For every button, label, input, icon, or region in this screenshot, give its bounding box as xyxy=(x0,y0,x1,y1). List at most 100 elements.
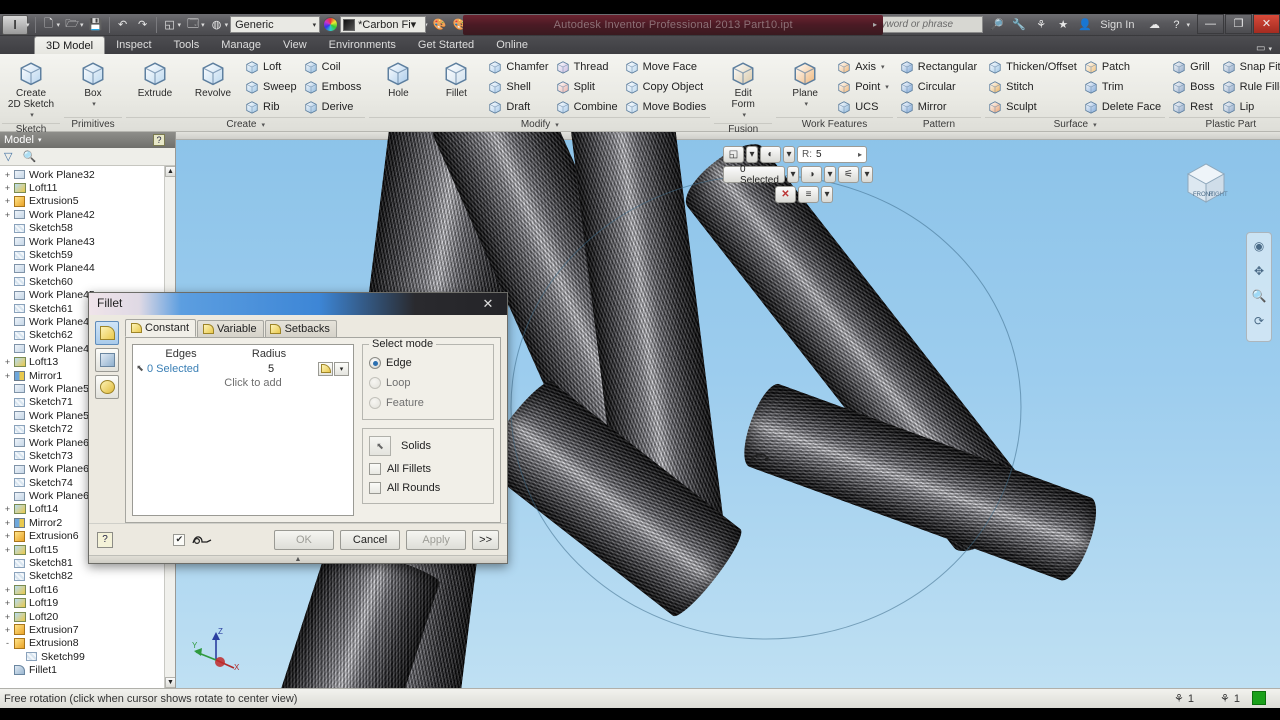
tree-expander-icon[interactable]: + xyxy=(2,196,13,206)
patch-button[interactable]: Patch xyxy=(1081,57,1165,77)
select-mode-loop[interactable]: Loop xyxy=(369,373,487,393)
edges-table[interactable]: Edges Radius ⬉ 0 Selected 5 ▾ Click to a… xyxy=(132,344,354,517)
radio-feature-icon[interactable] xyxy=(369,397,381,410)
thread-button[interactable]: Thread xyxy=(553,57,622,77)
boss-button[interactable]: Boss xyxy=(1169,77,1218,97)
tree-expander-icon[interactable]: + xyxy=(2,170,13,180)
rib-button[interactable]: Rib xyxy=(242,97,301,117)
chevron-down-icon[interactable]: ▾ xyxy=(30,110,34,121)
thicken-offset-button[interactable]: Thicken/Offset xyxy=(985,57,1081,77)
tab-get-started[interactable]: Get Started xyxy=(407,36,485,54)
appearance-browser-icon[interactable]: 🎨 xyxy=(430,15,450,34)
ok-button[interactable]: OK xyxy=(273,529,334,550)
radius-fillet-icon[interactable] xyxy=(318,361,333,376)
fillet-shape-caret-icon[interactable]: ▾ xyxy=(783,146,795,163)
box-button[interactable]: Box ▾ xyxy=(64,56,122,112)
redo-icon[interactable]: ↷ xyxy=(133,15,153,34)
dialog-resize-grip[interactable]: ▲ xyxy=(89,555,507,563)
hud-selection-field[interactable]: 0 Selected xyxy=(723,164,785,186)
appearance-globe-icon[interactable] xyxy=(320,15,340,34)
face-fillet-icon[interactable] xyxy=(95,348,119,373)
binoculars-icon[interactable]: 🔍 xyxy=(22,150,36,163)
zoom-icon[interactable]: 🔍 xyxy=(1247,283,1271,308)
loft-button[interactable]: Loft xyxy=(242,57,301,77)
tree-expander-icon[interactable]: + xyxy=(2,210,13,220)
tree-expander-icon[interactable]: + xyxy=(2,585,13,595)
chevron-down-icon[interactable]: ▾ xyxy=(92,99,96,110)
tree-item[interactable]: + Work Plane32 xyxy=(0,168,175,181)
new-file-icon[interactable]: 🗋 xyxy=(39,15,59,34)
grill-button[interactable]: Grill xyxy=(1169,57,1218,77)
help-caret-icon[interactable]: ▾ xyxy=(1186,21,1190,29)
tree-expander-icon[interactable]: - xyxy=(2,638,13,648)
preview-checkbox[interactable] xyxy=(173,533,186,546)
tab-manage[interactable]: Manage xyxy=(210,36,272,54)
hud-mode-caret-icon[interactable]: ▾ xyxy=(824,166,836,183)
all-rounds-checkbox[interactable] xyxy=(369,481,381,494)
tab-view[interactable]: View xyxy=(272,36,318,54)
tree-expander-icon[interactable]: + xyxy=(2,371,13,381)
steering-wheel-icon[interactable]: ◉ xyxy=(1247,233,1271,258)
ucs-button[interactable]: UCS xyxy=(834,97,893,117)
edges-selected-value[interactable]: 0 Selected xyxy=(147,363,231,375)
radio-loop-icon[interactable] xyxy=(369,377,381,390)
tree-item[interactable]: Sketch60 xyxy=(0,275,175,288)
title-dropdown-icon[interactable]: ▸ xyxy=(873,20,877,29)
update-icon[interactable]: 🗔 xyxy=(183,15,203,34)
hud-menu-caret-icon[interactable]: ▾ xyxy=(821,186,833,203)
chamfer-button[interactable]: Chamfer xyxy=(485,57,552,77)
fillet-type-icon[interactable]: ◱ xyxy=(723,146,744,163)
sculpt-button[interactable]: Sculpt xyxy=(985,97,1081,117)
tree-item[interactable]: + Loft20 xyxy=(0,610,175,623)
dialog-tab-variable[interactable]: Variable xyxy=(197,320,264,338)
tree-expander-icon[interactable]: + xyxy=(2,357,13,367)
circular-button[interactable]: Circular xyxy=(897,77,981,97)
move-face-button[interactable]: Move Face xyxy=(622,57,711,77)
tree-item[interactable]: Work Plane43 xyxy=(0,235,175,248)
wrench-icon[interactable]: 🔧 xyxy=(1009,15,1029,34)
tree-item[interactable]: + Extrusion7 xyxy=(0,623,175,636)
edge-fillet-icon[interactable] xyxy=(95,321,119,346)
new-file-caret-icon[interactable]: ▾ xyxy=(57,21,61,29)
sign-in-label[interactable]: Sign In xyxy=(1100,19,1134,31)
browser-header[interactable]: Model ▾ ? xyxy=(0,132,175,148)
dialog-tab-setbacks[interactable]: Setbacks xyxy=(264,320,337,338)
derive-button[interactable]: Derive xyxy=(301,97,366,117)
undo-icon[interactable]: ↶ xyxy=(113,15,133,34)
tree-expander-icon[interactable]: + xyxy=(2,531,13,541)
tree-expander-icon[interactable]: + xyxy=(2,545,13,555)
radius-dropdown-icon[interactable]: ▾ xyxy=(334,361,349,376)
tree-item[interactable]: Sketch59 xyxy=(0,248,175,261)
cancel-button[interactable]: Cancel xyxy=(339,529,401,550)
fillet-button[interactable]: Fillet xyxy=(427,56,485,101)
radius-value[interactable]: 5 xyxy=(231,363,311,375)
ribbon-minimize-icon[interactable]: ▭ xyxy=(1256,43,1265,54)
chevron-down-icon[interactable]: ▾ xyxy=(38,136,42,144)
favorites-star-icon[interactable]: ★ xyxy=(1053,15,1073,34)
hud-options-caret-icon[interactable]: ▾ xyxy=(861,166,873,183)
tree-item[interactable]: + Loft19 xyxy=(0,597,175,610)
update-caret-icon[interactable]: ▾ xyxy=(201,21,205,29)
solids-row[interactable]: ⬉ Solids xyxy=(369,435,487,457)
axis-button[interactable]: Axis ▾ xyxy=(834,57,893,77)
chevron-down-icon[interactable]: ▾ xyxy=(881,63,885,71)
tree-item[interactable]: Fillet1 xyxy=(0,663,175,676)
rule-fillet-button[interactable]: Rule Fillet xyxy=(1219,77,1280,97)
autodesk-360-icon[interactable]: ☁ xyxy=(1144,15,1164,34)
minimize-button[interactable]: — xyxy=(1197,13,1224,34)
table-row[interactable]: ⬉ 0 Selected 5 ▾ xyxy=(133,361,353,376)
qat-logo-caret-icon[interactable]: ▾ xyxy=(26,21,30,29)
dialog-tab-constant[interactable]: Constant xyxy=(125,319,197,338)
tree-item[interactable]: + Loft16 xyxy=(0,583,175,596)
tab-environments[interactable]: Environments xyxy=(318,36,407,54)
create-2d-sketch-button[interactable]: Create 2D Sketch ▾ xyxy=(2,56,60,123)
tree-item[interactable]: + Loft11 xyxy=(0,181,175,194)
tree-item[interactable]: Sketch99 xyxy=(0,650,175,663)
tree-item[interactable]: Sketch58 xyxy=(0,222,175,235)
view-cube[interactable]: FRONT RIGHT xyxy=(1180,156,1232,208)
chevron-down-icon[interactable]: ▾ xyxy=(261,121,265,129)
tab-3d-model[interactable]: 3D Model xyxy=(34,36,106,54)
tree-expander-icon[interactable]: + xyxy=(2,612,13,622)
hud-radius-field[interactable]: R: 5 ▸ xyxy=(797,146,867,163)
chevron-down-icon[interactable]: ▾ xyxy=(742,110,746,121)
